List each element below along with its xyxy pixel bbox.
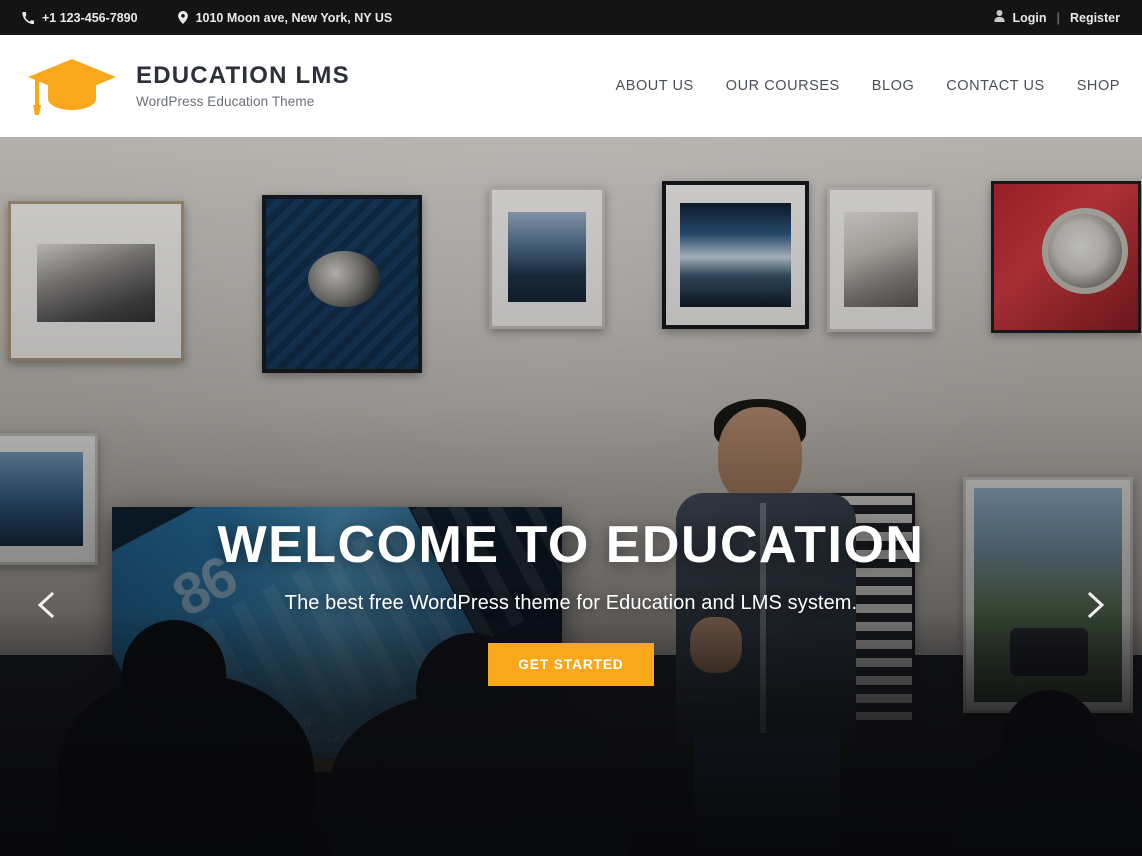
top-bar-contact-info: +1 123-456-7890 1010 Moon ave, New York,… — [22, 11, 392, 25]
address-contact[interactable]: 1010 Moon ave, New York, NY US — [177, 10, 393, 25]
hero-slider: 86 QUALITY 5MP HSCREEN DISPLAY WELCOME T… — [0, 137, 1142, 856]
site-title: EDUCATION LMS — [136, 61, 350, 89]
chevron-left-icon — [35, 590, 57, 625]
login-label[interactable]: Login — [1012, 11, 1046, 25]
user-icon — [994, 10, 1005, 25]
phone-icon — [22, 11, 34, 24]
hero-overlay — [0, 137, 1142, 856]
graduation-cap-icon — [26, 55, 118, 117]
address-text: 1010 Moon ave, New York, NY US — [195, 10, 393, 25]
site-header: EDUCATION LMS WordPress Education Theme … — [0, 35, 1142, 137]
links-separator: | — [1056, 10, 1060, 25]
hero-subtitle: The best free WordPress theme for Educat… — [284, 592, 858, 614]
map-pin-icon — [177, 11, 188, 24]
brand-text: EDUCATION LMS WordPress Education Theme — [136, 61, 350, 110]
register-link[interactable]: Register — [1070, 11, 1120, 25]
nav-item-about-us[interactable]: ABOUT US — [616, 78, 694, 94]
hero-content: WELCOME TO EDUCATION The best free WordP… — [0, 519, 1142, 686]
login-link[interactable]: Login — [994, 10, 1046, 25]
get-started-button[interactable]: GET STARTED — [488, 643, 654, 686]
phone-contact[interactable]: +1 123-456-7890 — [22, 11, 138, 25]
top-bar: +1 123-456-7890 1010 Moon ave, New York,… — [0, 0, 1142, 35]
phone-number: +1 123-456-7890 — [42, 10, 138, 25]
main-navigation: ABOUT US OUR COURSES BLOG CONTACT US SHO… — [616, 78, 1121, 94]
nav-item-our-courses[interactable]: OUR COURSES — [726, 78, 840, 94]
nav-item-blog[interactable]: BLOG — [872, 78, 915, 94]
chevron-right-icon — [1085, 590, 1107, 625]
slider-next-button[interactable] — [1072, 583, 1120, 631]
site-tagline: WordPress Education Theme — [136, 94, 315, 110]
nav-item-shop[interactable]: SHOP — [1077, 78, 1120, 94]
top-bar-account-links: Login | Register — [994, 10, 1120, 25]
hero-title: WELCOME TO EDUCATION — [217, 516, 925, 574]
nav-item-contact-us[interactable]: CONTACT US — [946, 78, 1044, 94]
brand-logo-block[interactable]: EDUCATION LMS WordPress Education Theme — [26, 55, 350, 117]
slider-prev-button[interactable] — [22, 583, 70, 631]
